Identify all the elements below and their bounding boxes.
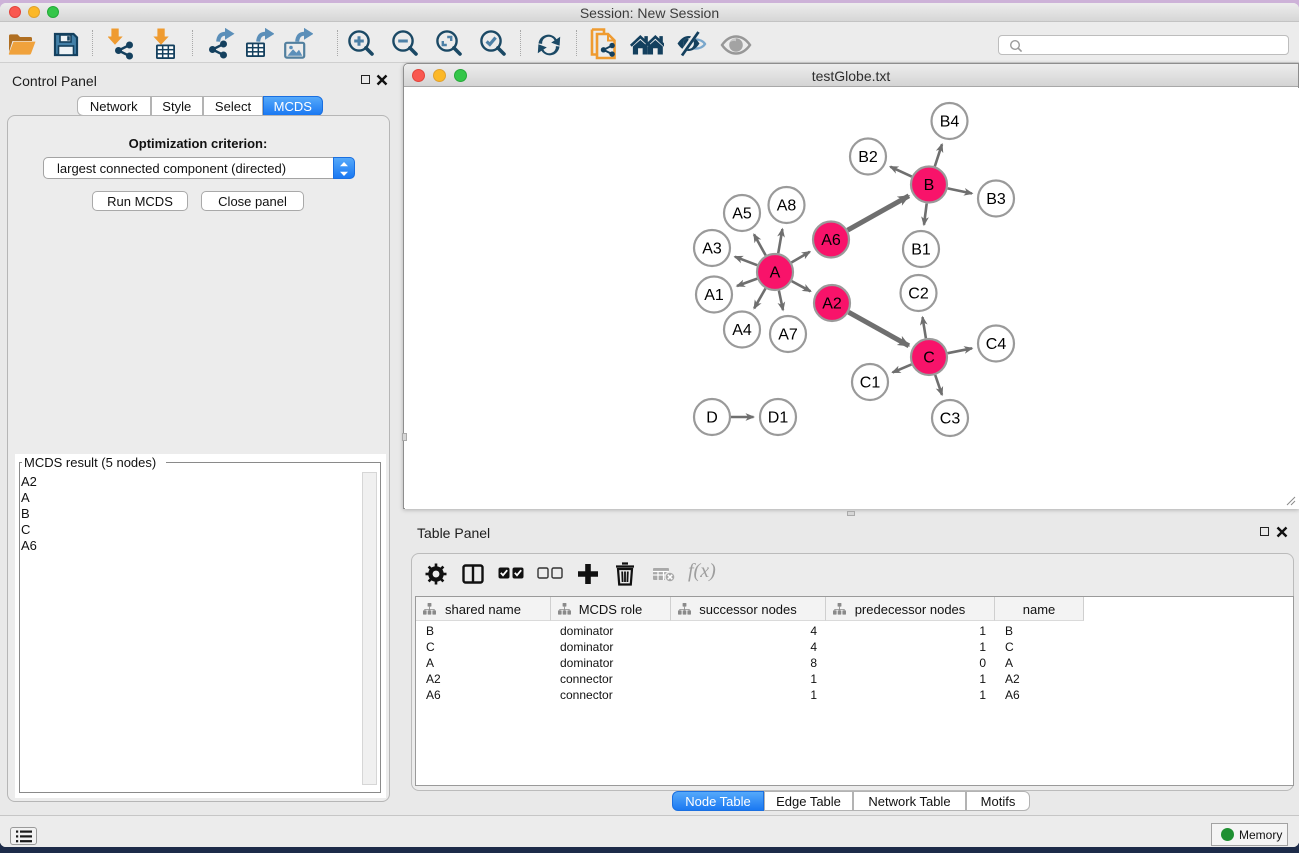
svg-text:B4: B4 <box>940 114 960 131</box>
svg-text:A2: A2 <box>822 296 842 313</box>
svg-text:A5: A5 <box>732 206 752 223</box>
svg-text:A8: A8 <box>777 198 797 215</box>
svg-text:A6: A6 <box>821 232 841 249</box>
svg-text:B2: B2 <box>858 149 878 166</box>
svg-text:A: A <box>770 265 781 282</box>
svg-text:C: C <box>923 350 935 367</box>
svg-text:D1: D1 <box>768 410 789 427</box>
svg-text:B1: B1 <box>911 242 931 259</box>
svg-text:A3: A3 <box>702 241 722 258</box>
svg-text:A1: A1 <box>704 287 724 304</box>
svg-text:A4: A4 <box>732 322 752 339</box>
svg-text:C3: C3 <box>940 411 961 428</box>
svg-text:D: D <box>706 410 718 427</box>
svg-text:C1: C1 <box>860 375 881 392</box>
svg-text:C2: C2 <box>908 286 929 303</box>
svg-text:B3: B3 <box>986 191 1006 208</box>
svg-text:C4: C4 <box>986 336 1007 353</box>
svg-text:B: B <box>924 177 935 194</box>
svg-text:A7: A7 <box>778 327 798 344</box>
